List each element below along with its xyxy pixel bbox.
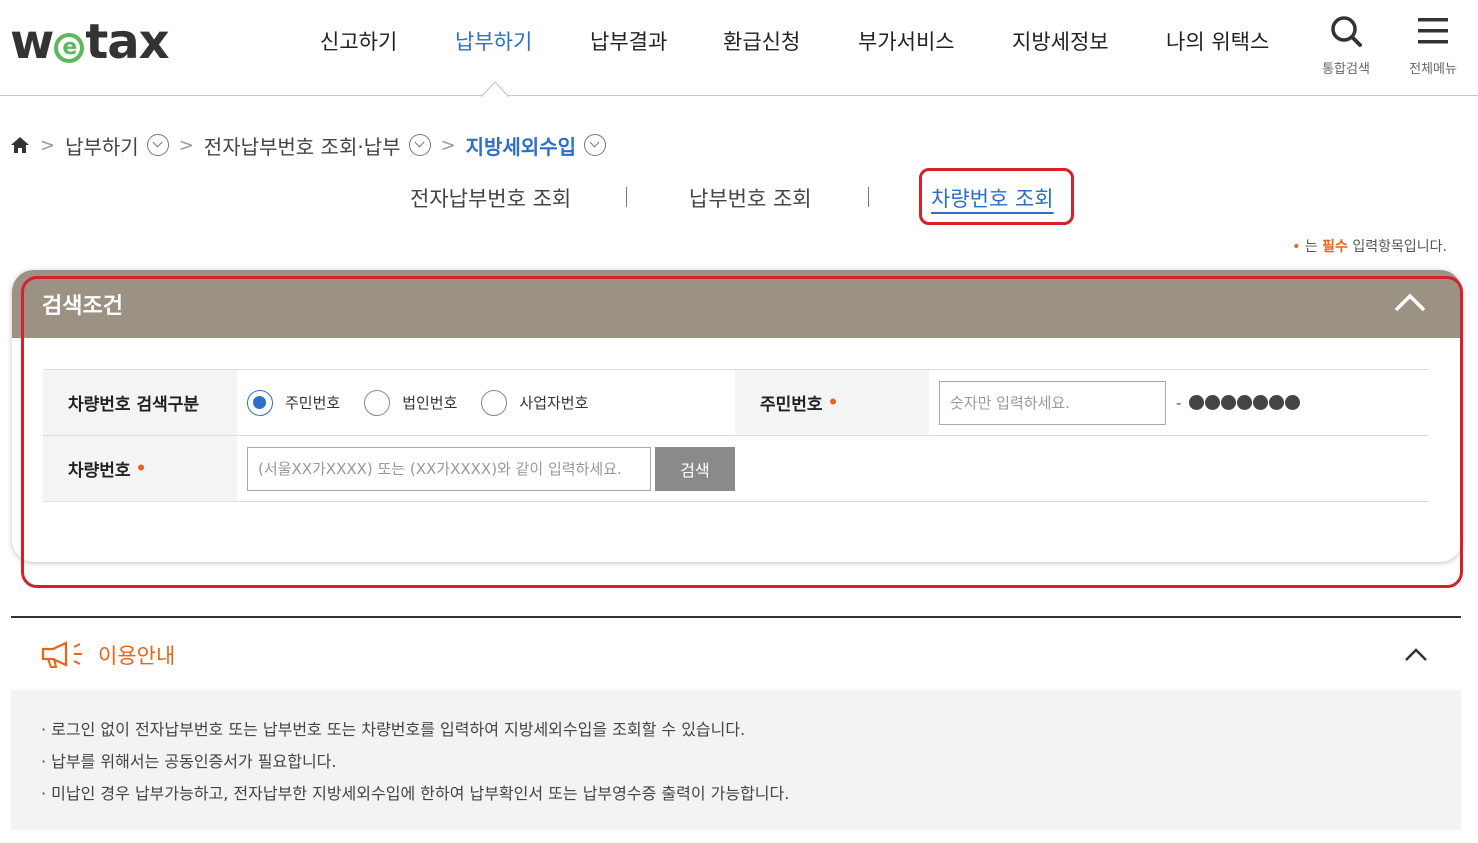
all-menu-button[interactable]: 전체메뉴 (1398, 14, 1468, 77)
guide-line: · 로그인 없이 전자납부번호 또는 납부번호 또는 차량번호를 입력하여 지방… (41, 720, 746, 739)
chevron-down-icon[interactable] (146, 134, 169, 156)
radio-circle[interactable] (247, 389, 273, 416)
breadcrumb-separator: > (40, 134, 56, 156)
breadcrumb: > 납부하기 > 전자납부번호 조회·납부 > 지방세외수입 (10, 130, 607, 160)
integrated-search-button[interactable]: 통합검색 (1311, 14, 1381, 77)
search-type-label: 차량번호 검색구분 (43, 370, 237, 435)
radio-circle[interactable] (364, 389, 391, 416)
usage-guide-title: 이용안내 (98, 644, 176, 668)
radio-business-number[interactable]: 사업자번호 (481, 389, 588, 416)
breadcrumb-separator: > (178, 134, 194, 156)
radio-circle[interactable] (481, 389, 508, 416)
global-header: w e tax 신고하기 납부하기 납부결과 환급신청 부가서비스 지방세정보 나의… (0, 0, 1478, 97)
search-icon (1331, 16, 1362, 47)
usage-guide-content: · 로그인 없이 전자납부번호 또는 납부번호 또는 차량번호를 입력하여 지방… (11, 690, 1461, 830)
id-number-masked-suffix: - (1176, 394, 1301, 412)
form-row-vehicle-number: 차량번호 • (서울XX가XXXX) 또는 (XX가XXXX)와 같이 입력하세요… (43, 436, 1429, 502)
required-field-note: • 는 필수 입력항목입니다. (1292, 239, 1447, 255)
breadcrumb-item-electronic-payment[interactable]: 전자납부번호 조회·납부 (204, 131, 401, 160)
search-condition-panel: 검색조건 차량번호 검색구분 주민번호 법인번호 사업자번호 주민번호 • 숫자… (12, 270, 1462, 562)
tab-divider (868, 187, 869, 207)
menu-report[interactable]: 신고하기 (320, 26, 397, 56)
chevron-up-icon[interactable] (1404, 646, 1428, 662)
chevron-down-icon[interactable] (584, 134, 607, 156)
highlight-box-tab (919, 168, 1074, 225)
hamburger-icon (1418, 18, 1448, 44)
search-form-table: 차량번호 검색구분 주민번호 법인번호 사업자번호 주민번호 • 숫자만 입력하… (43, 369, 1429, 502)
usage-guide-header[interactable]: 이용안내 (40, 640, 175, 670)
search-panel-title: 검색조건 (42, 294, 123, 319)
search-panel-header[interactable]: 검색조건 (12, 270, 1462, 338)
tab-electronic-payment-number[interactable]: 전자납부번호 조회 (410, 183, 571, 213)
id-number-cell: 숫자만 입력하세요. - (929, 370, 1301, 435)
search-button[interactable]: 검색 (655, 446, 735, 491)
all-menu-label: 전체메뉴 (1409, 62, 1457, 77)
chevron-down-icon[interactable] (408, 134, 431, 156)
menu-payment-result[interactable]: 납부결과 (590, 26, 667, 56)
breadcrumb-separator: > (440, 134, 456, 156)
form-row-search-type: 차량번호 검색구분 주민번호 법인번호 사업자번호 주민번호 • 숫자만 입력하… (43, 370, 1429, 436)
menu-my-wetax[interactable]: 나의 위택스 (1166, 26, 1269, 56)
menu-refund[interactable]: 환급신청 (723, 26, 800, 56)
vehicle-number-cell: (서울XX가XXXX) 또는 (XX가XXXX)와 같이 입력하세요. 검색 (237, 436, 735, 501)
radio-corporate-number[interactable]: 법인번호 (364, 389, 457, 416)
vehicle-number-label: 차량번호 • (43, 436, 237, 501)
id-number-label: 주민번호 • (735, 370, 929, 435)
chevron-up-icon[interactable] (1394, 292, 1426, 312)
tab-payment-number[interactable]: 납부번호 조회 (689, 183, 812, 213)
search-type-radios: 주민번호 법인번호 사업자번호 (237, 370, 735, 435)
guide-line: · 납부를 위해서는 공동인증서가 필요합니다. (41, 752, 337, 771)
search-label: 통합검색 (1322, 62, 1370, 77)
breadcrumb-item-payment[interactable]: 납부하기 (65, 131, 139, 160)
home-icon[interactable] (10, 136, 30, 154)
wetax-logo[interactable]: w e tax (10, 14, 170, 70)
menu-local-tax-info[interactable]: 지방세정보 (1012, 26, 1109, 56)
radio-resident-number[interactable]: 주민번호 (247, 389, 340, 416)
vehicle-number-input[interactable]: (서울XX가XXXX) 또는 (XX가XXXX)와 같이 입력하세요. (247, 446, 651, 491)
breadcrumb-item-current[interactable]: 지방세외수입 (466, 131, 576, 160)
info-divider (11, 616, 1461, 618)
id-number-input[interactable]: 숫자만 입력하세요. (939, 380, 1166, 425)
guide-line: · 미납인 경우 납부가능하고, 전자납부한 지방세외수입에 한하여 납부확인서… (41, 784, 790, 803)
active-menu-caret (481, 81, 509, 97)
tab-divider (626, 187, 627, 207)
menu-extra-services[interactable]: 부가서비스 (858, 26, 955, 56)
menu-payment[interactable]: 납부하기 (455, 26, 532, 56)
megaphone-icon (41, 641, 82, 668)
